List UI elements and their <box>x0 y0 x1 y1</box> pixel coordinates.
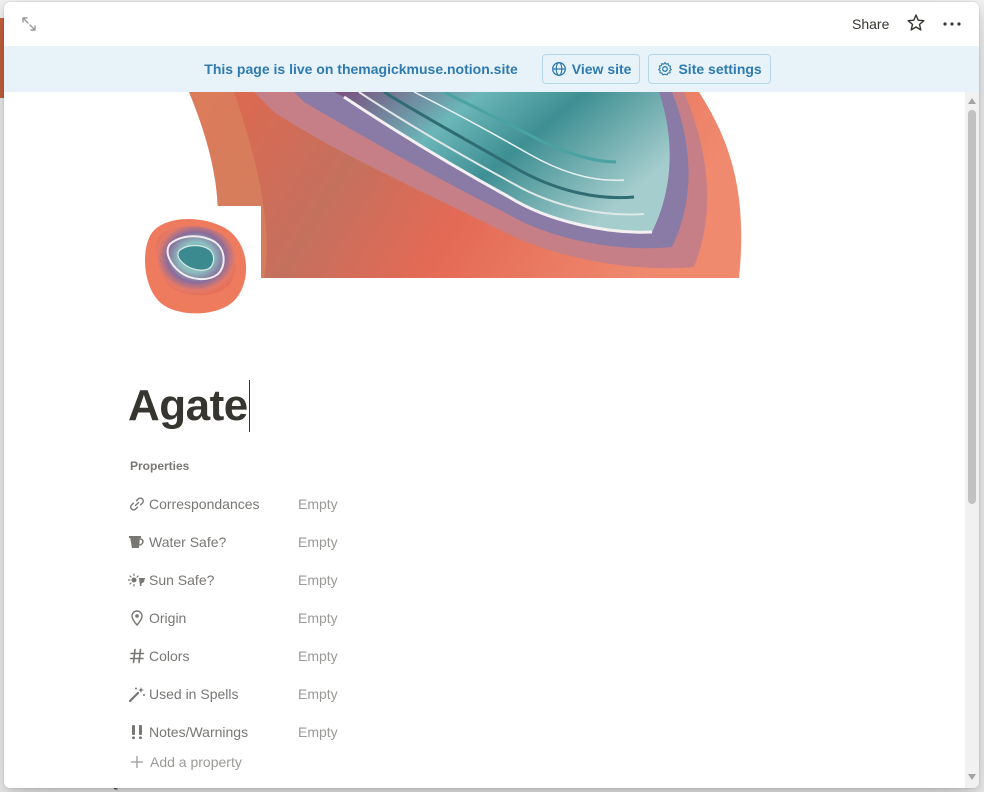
text-cursor <box>248 380 250 432</box>
site-live-banner: This page is live on themagickmuse.notio… <box>4 46 979 92</box>
more-icon[interactable] <box>940 12 964 34</box>
double-exclamation-icon <box>128 723 146 741</box>
location-pin-icon <box>128 609 146 627</box>
property-name: Colors <box>149 648 190 664</box>
property-name: Water Safe? <box>149 534 227 550</box>
site-settings-label: Site settings <box>678 61 762 77</box>
property-value[interactable]: Empty <box>298 496 338 512</box>
add-property-label: Add a property <box>150 754 242 770</box>
property-value[interactable]: Empty <box>298 648 338 664</box>
globe-icon <box>551 62 566 76</box>
page-title-text[interactable]: Agate <box>128 378 248 434</box>
property-name: Origin <box>149 610 187 626</box>
property-value[interactable]: Empty <box>298 534 338 550</box>
plus-icon <box>130 755 144 769</box>
magic-wand-icon <box>128 685 146 703</box>
add-property-button[interactable]: Add a property <box>130 754 242 770</box>
hash-icon <box>128 647 146 665</box>
property-row-correspondances[interactable]: Correspondances Empty <box>128 489 828 519</box>
page-content: Agate Properties Correspondances Empty W… <box>4 92 964 788</box>
property-row-used-in-spells[interactable]: Used in Spells Empty <box>128 679 828 709</box>
star-icon[interactable] <box>905 12 927 34</box>
page-title[interactable]: Agate <box>128 378 250 434</box>
link-icon <box>128 495 146 513</box>
view-site-label: View site <box>571 61 632 77</box>
property-value[interactable]: Empty <box>298 724 338 740</box>
property-row-colors[interactable]: Colors Empty <box>128 641 828 671</box>
scroll-up-arrow-icon[interactable] <box>968 98 976 104</box>
property-name: Notes/Warnings <box>149 724 249 740</box>
property-value[interactable]: Empty <box>298 572 338 588</box>
property-value[interactable]: Empty <box>298 686 338 702</box>
page-peek-modal: Share This page is live on themagickmuse… <box>4 2 979 788</box>
sun-icon <box>128 571 146 589</box>
gear-icon <box>658 61 673 76</box>
property-name: Correspondances <box>149 496 260 512</box>
page-icon-agate[interactable] <box>130 206 261 318</box>
property-row-origin[interactable]: Origin Empty <box>128 603 828 633</box>
property-value[interactable]: Empty <box>298 610 338 626</box>
property-row-notes-warnings[interactable]: Notes/Warnings Empty <box>128 717 828 747</box>
site-settings-button[interactable]: Site settings <box>648 54 771 84</box>
view-site-button[interactable]: View site <box>541 54 641 84</box>
property-row-sun-safe[interactable]: Sun Safe? Empty <box>128 565 828 595</box>
site-live-text: This page is live on themagickmuse.notio… <box>204 61 518 77</box>
expand-icon[interactable] <box>18 13 40 35</box>
modal-topbar: Share <box>4 2 979 46</box>
share-button[interactable]: Share <box>846 14 895 34</box>
water-pitcher-icon <box>128 533 146 551</box>
property-row-water-safe[interactable]: Water Safe? Empty <box>128 527 828 557</box>
scroll-down-arrow-icon[interactable] <box>968 774 976 780</box>
scrollbar-thumb[interactable] <box>968 110 976 504</box>
properties-heading: Properties <box>130 459 190 473</box>
property-name: Used in Spells <box>149 686 239 702</box>
property-name: Sun Safe? <box>149 572 215 588</box>
